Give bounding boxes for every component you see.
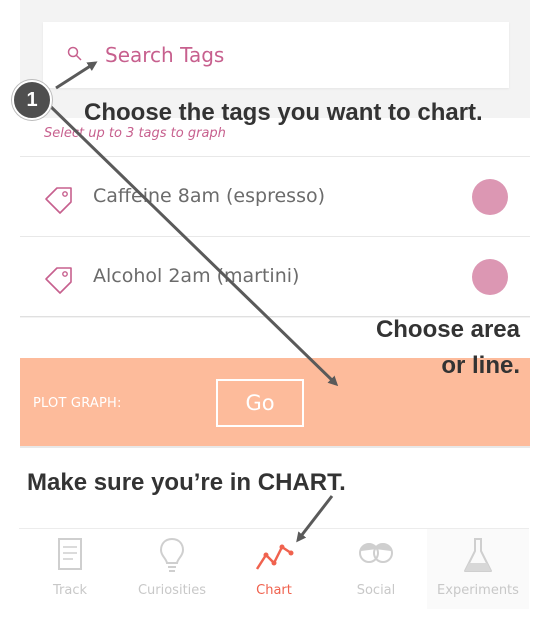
nav-label: Chart	[256, 583, 292, 598]
go-button[interactable]: Go	[216, 379, 304, 427]
bottom-nav: Track Curiosities Chart Social Experimen…	[19, 528, 529, 609]
tag-icon	[45, 187, 72, 214]
annotation-or-line: or line.	[441, 352, 520, 379]
nav-label: Social	[356, 583, 396, 598]
nav-label: Track	[52, 583, 88, 598]
nav-label: Experiments	[437, 583, 519, 598]
tag-label: Caffeine 8am (espresso)	[93, 185, 325, 207]
flask-icon	[464, 538, 492, 572]
nav-item-track[interactable]: Track	[19, 529, 121, 609]
tag-row-caffeine[interactable]: Caffeine 8am (espresso)	[20, 156, 530, 235]
tag-row-alcohol[interactable]: Alcohol 2am (martini)	[20, 236, 530, 315]
plot-graph-label: PLOT GRAPH:	[33, 396, 122, 411]
search-placeholder: Search Tags	[105, 43, 225, 67]
nav-item-curiosities[interactable]: Curiosities	[121, 529, 223, 609]
annotation-choose-area: Choose area	[375, 316, 520, 343]
tag-select-toggle[interactable]	[472, 259, 508, 295]
lightbulb-icon	[159, 537, 185, 572]
notebook-icon	[58, 538, 82, 570]
nav-label: Curiosities	[137, 583, 207, 598]
tag-icon	[45, 267, 72, 294]
nav-item-chart[interactable]: Chart	[223, 529, 325, 609]
tag-select-toggle[interactable]	[472, 179, 508, 215]
tag-label: Alcohol 2am (martini)	[93, 265, 300, 287]
tag-list: Select up to 3 tags to graph Caffeine 8a…	[20, 118, 530, 317]
chart-line-icon	[255, 544, 294, 570]
annotation-make-sure-chart: Make sure you’re in CHART.	[27, 469, 346, 496]
step-number-badge: 1	[12, 80, 52, 120]
nav-item-social[interactable]: Social	[325, 529, 427, 609]
people-icon	[359, 543, 393, 563]
search-icon	[67, 46, 82, 61]
search-tags-field[interactable]: Search Tags	[43, 22, 509, 88]
annotation-choose-tags: Choose the tags you want to chart.	[84, 99, 483, 126]
nav-item-experiments[interactable]: Experiments	[427, 529, 529, 609]
